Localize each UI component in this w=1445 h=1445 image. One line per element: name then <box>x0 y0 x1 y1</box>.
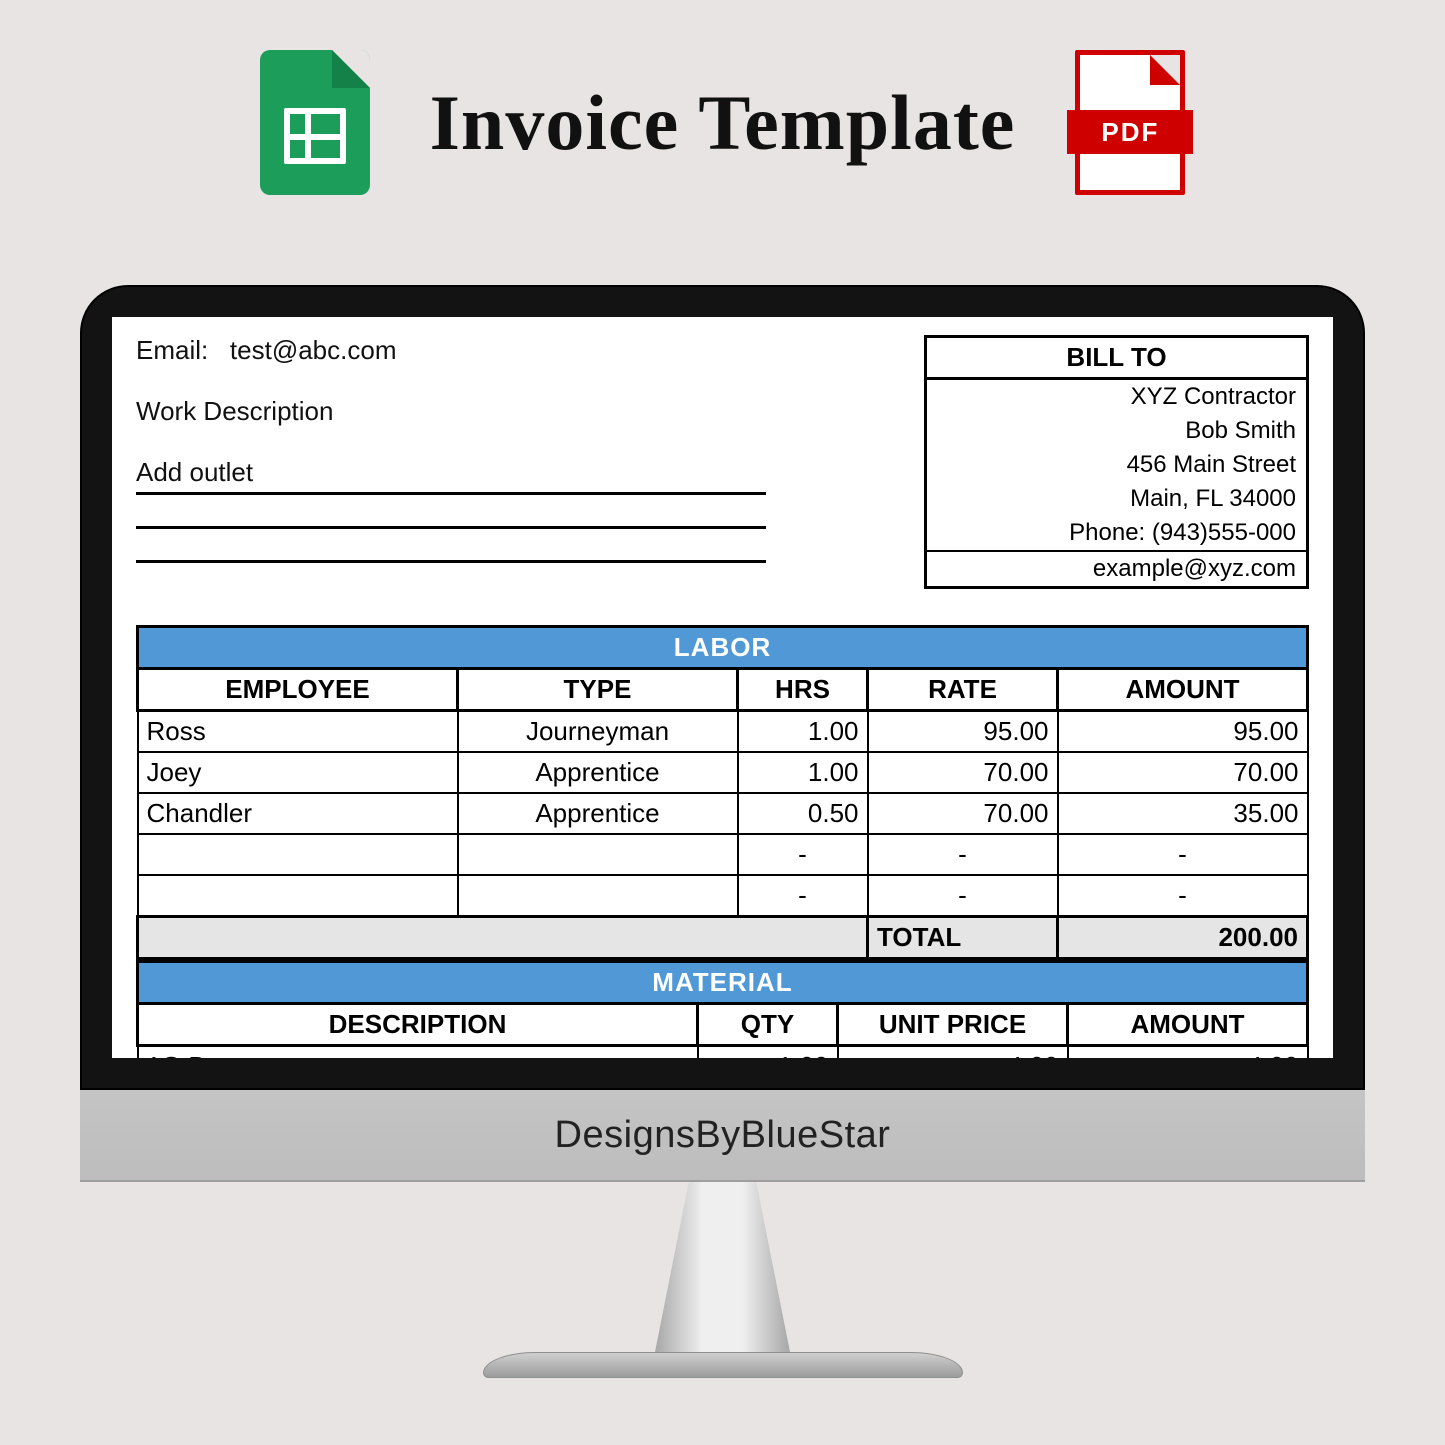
labor-hrs: 1.00 <box>738 752 868 793</box>
bill-to-box: BILL TO XYZ Contractor Bob Smith 456 Mai… <box>924 335 1309 589</box>
labor-type: Apprentice <box>458 752 738 793</box>
labor-amount: 95.00 <box>1058 711 1308 753</box>
table-row: - - - <box>138 834 1308 875</box>
work-description-value: Add outlet <box>136 457 766 495</box>
labor-type <box>458 834 738 875</box>
labor-hrs: - <box>738 834 868 875</box>
material-table: MATERIAL DESCRIPTION QTY UNIT PRICE AMOU… <box>136 960 1309 1058</box>
work-description-label: Work Description <box>136 396 766 427</box>
bill-to-name: Bob Smith <box>927 414 1306 448</box>
labor-rate: - <box>868 834 1058 875</box>
title-bar: Invoice Template PDF <box>0 0 1445 195</box>
labor-col-hrs: HRS <box>738 669 868 711</box>
material-col-amount: AMOUNT <box>1068 1004 1308 1046</box>
labor-section-header: LABOR <box>138 627 1308 669</box>
labor-employee: Joey <box>138 752 458 793</box>
bill-to-street: 456 Main Street <box>927 448 1306 482</box>
labor-amount: - <box>1058 834 1308 875</box>
labor-hrs: 1.00 <box>738 711 868 753</box>
email-row: Email: test@abc.com <box>136 335 766 366</box>
table-row: Joey Apprentice 1.00 70.00 70.00 <box>138 752 1308 793</box>
table-row: - - - <box>138 875 1308 917</box>
labor-type: Apprentice <box>458 793 738 834</box>
labor-employee: Ross <box>138 711 458 753</box>
labor-col-type: TYPE <box>458 669 738 711</box>
material-qty: 1.00 <box>698 1046 838 1059</box>
google-sheets-icon <box>260 50 370 195</box>
labor-amount: 70.00 <box>1058 752 1308 793</box>
labor-col-employee: EMPLOYEE <box>138 669 458 711</box>
table-row: Ross Journeyman 1.00 95.00 95.00 <box>138 711 1308 753</box>
labor-amount: - <box>1058 875 1308 917</box>
monitor-stand-base <box>483 1352 963 1378</box>
pdf-label: PDF <box>1067 110 1193 154</box>
bill-to-header: BILL TO <box>927 338 1306 380</box>
work-description-blank-1 <box>136 495 766 529</box>
email-value: test@abc.com <box>230 335 397 365</box>
labor-type <box>458 875 738 917</box>
table-row: Chandler Apprentice 0.50 70.00 35.00 <box>138 793 1308 834</box>
material-col-unit-price: UNIT PRICE <box>838 1004 1068 1046</box>
labor-total-label: TOTAL <box>868 917 1058 959</box>
bill-to-phone: Phone: (943)555-000 <box>927 516 1306 550</box>
labor-rate: 70.00 <box>868 752 1058 793</box>
labor-amount: 35.00 <box>1058 793 1308 834</box>
monitor-chin-brand: DesignsByBlueStar <box>80 1090 1365 1182</box>
monitor-bezel: Email: test@abc.com Work Description Add… <box>80 285 1365 1090</box>
labor-col-rate: RATE <box>868 669 1058 711</box>
material-col-qty: QTY <box>698 1004 838 1046</box>
email-label: Email: <box>136 335 208 365</box>
bill-to-company: XYZ Contractor <box>927 380 1306 414</box>
monitor-mockup: Email: test@abc.com Work Description Add… <box>0 285 1445 1378</box>
labor-employee: Chandler <box>138 793 458 834</box>
material-unit-price: 4.00 <box>838 1046 1068 1059</box>
page-title: Invoice Template <box>430 78 1016 168</box>
table-row: 1G Box 1.00 4.00 4.00 <box>138 1046 1308 1059</box>
labor-hrs: 0.50 <box>738 793 868 834</box>
pdf-icon: PDF <box>1075 50 1185 195</box>
labor-total-row: TOTAL 200.00 <box>138 917 1308 959</box>
labor-employee <box>138 875 458 917</box>
invoice-document: Email: test@abc.com Work Description Add… <box>112 317 1333 1058</box>
labor-total-value: 200.00 <box>1058 917 1308 959</box>
work-description-blank-2 <box>136 529 766 563</box>
labor-rate: 70.00 <box>868 793 1058 834</box>
labor-rate: 95.00 <box>868 711 1058 753</box>
labor-type: Journeyman <box>458 711 738 753</box>
material-amount: 4.00 <box>1068 1046 1308 1059</box>
labor-col-amount: AMOUNT <box>1058 669 1308 711</box>
material-col-description: DESCRIPTION <box>138 1004 698 1046</box>
monitor-stand-neck <box>655 1182 790 1352</box>
bill-to-email: example@xyz.com <box>927 550 1306 586</box>
material-section-header: MATERIAL <box>138 962 1308 1004</box>
material-desc: 1G Box <box>138 1046 698 1059</box>
labor-rate: - <box>868 875 1058 917</box>
bill-to-city: Main, FL 34000 <box>927 482 1306 516</box>
labor-table: LABOR EMPLOYEE TYPE HRS RATE AMOUNT Ross… <box>136 625 1309 960</box>
labor-employee <box>138 834 458 875</box>
labor-hrs: - <box>738 875 868 917</box>
